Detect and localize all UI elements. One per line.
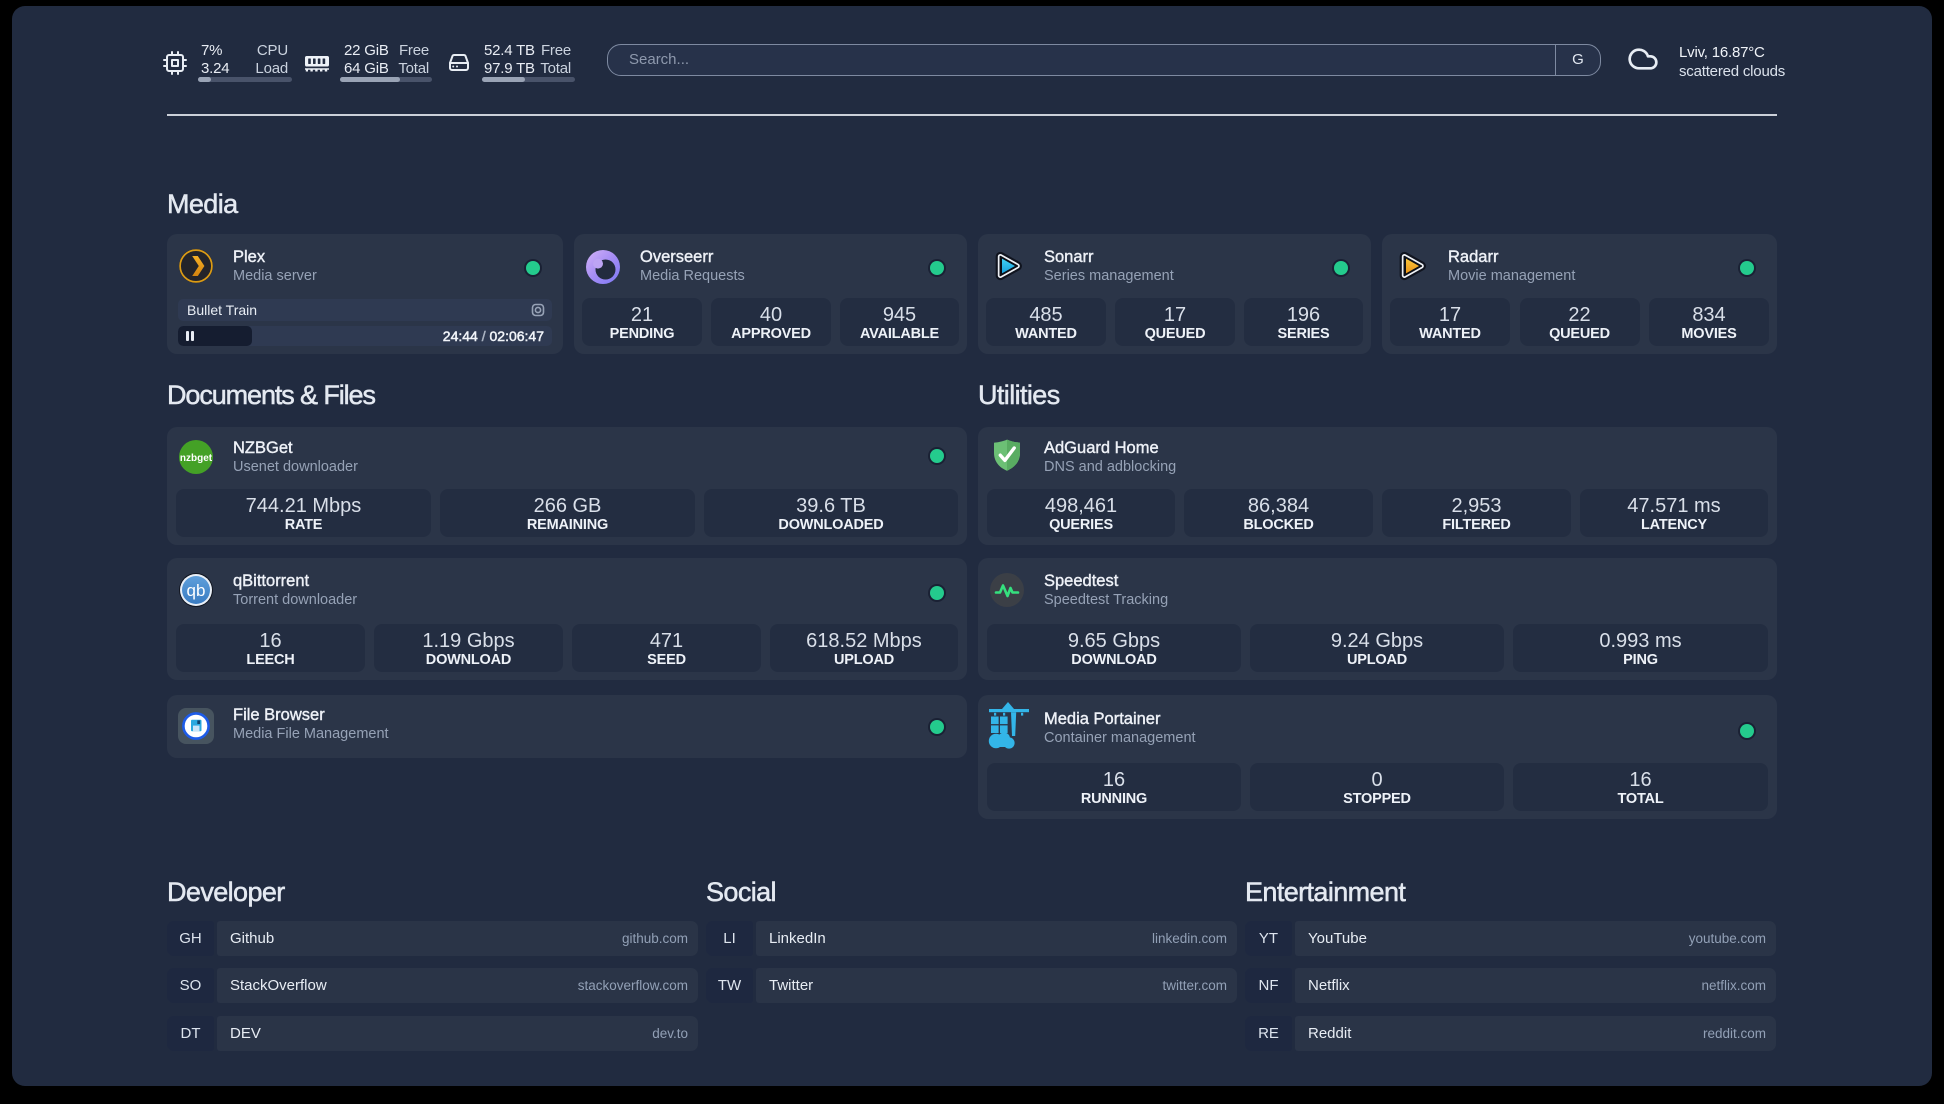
svg-text:qb: qb <box>187 581 206 600</box>
svg-text:nzbget: nzbget <box>180 453 213 464</box>
